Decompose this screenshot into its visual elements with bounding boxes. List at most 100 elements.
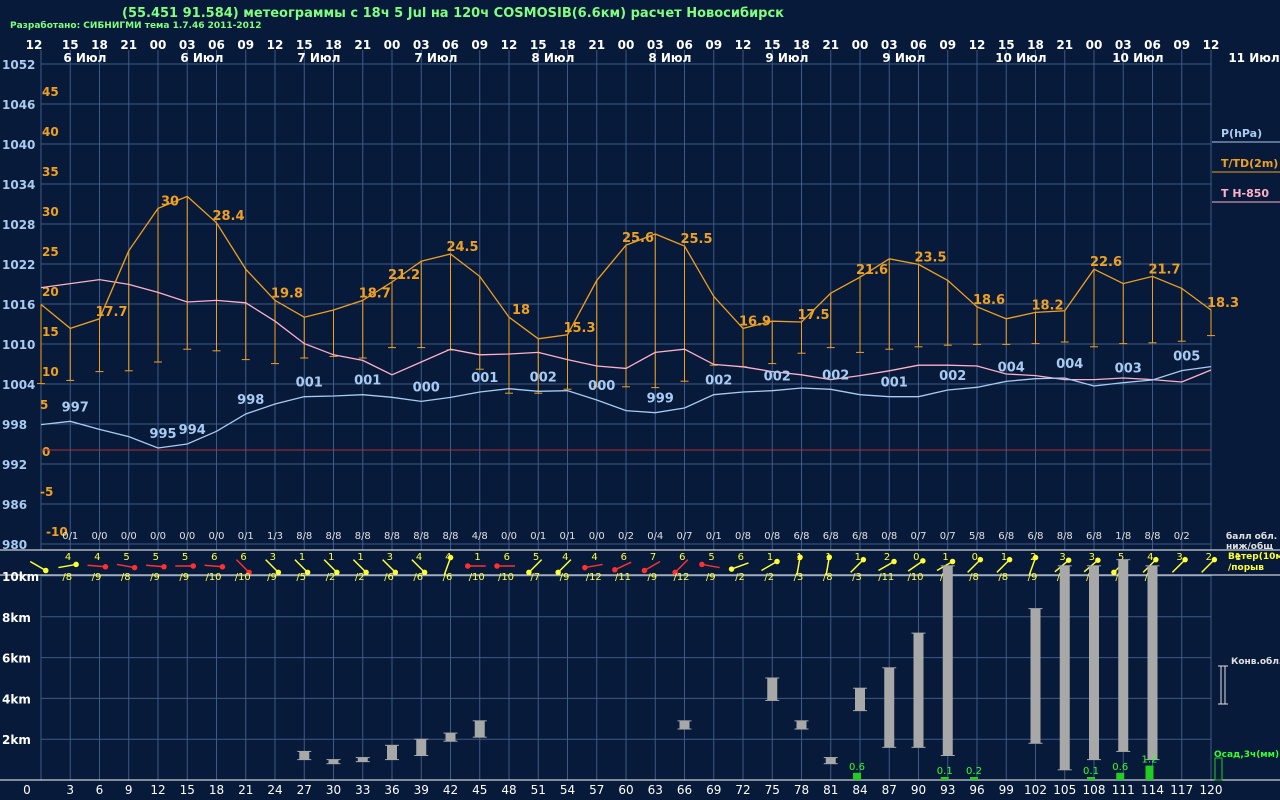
hour-label: 12 [26,38,43,52]
wind-arrow-head [363,569,369,576]
date-label: 8 Июл [648,51,691,65]
hour-label: 03 [647,38,664,52]
hour-label: 03 [413,38,430,52]
wind-gust-value: /12 [586,572,602,583]
wind-gust-value: /3 [852,572,862,583]
wind-arrow-icon [641,560,661,574]
forecast-hour-label: 45 [472,783,487,797]
hour-label: 06 [208,38,225,52]
cloud-column [940,565,955,757]
wind-arrow-icon [612,561,632,573]
temperature-value-label: 19.8 [271,286,303,301]
pressure-value-label: 002 [530,370,557,385]
temperature-value-label: 18.2 [1031,298,1063,313]
wind-speed-value: 5 [153,552,159,563]
forecast-hour-label: 60 [618,783,633,797]
pressure-tick-label: 1028 [2,218,35,232]
cloud-column-bar [855,688,865,711]
precip-value-label: 1.2 [1142,755,1158,766]
cloud-column-bar [825,757,836,764]
cloud-cover-value: 0/7 [910,531,926,542]
cloud-cover-value: 0/2 [618,531,634,542]
pressure-value-label: 998 [237,393,264,408]
wind-speed-value: 2 [884,552,890,563]
hour-label: 21 [822,38,839,52]
hour-label: 12 [735,38,752,52]
meteogram-chart: 12 15 18 21 00 03 06 09 12 15 18 21 00 03 06 09 12 15 18 21… [0,38,1280,797]
forecast-hour-label: 69 [706,783,721,797]
temperature-value-label: 18.3 [1207,296,1239,311]
cloud-column-bar [445,733,456,742]
wind-speed-value: 3 [1089,552,1095,563]
legend-wind-2: /порыв [1228,563,1264,573]
pressure-value-label: 002 [822,368,849,383]
wind-gust-value: /9 [150,572,160,583]
wind-arrow-icon [699,561,720,569]
legend-precip-icon [1214,757,1223,781]
forecast-hour-label: 57 [589,783,604,797]
forecast-hour-label: 108 [1083,783,1106,797]
cloud-column [385,744,399,761]
wind-arrow-head [1182,556,1188,563]
wind-arrow-icon [116,563,138,571]
hour-label: 21 [588,38,605,52]
temperature-value-label: 15.3 [563,321,595,336]
cloud-cover-value: 0/0 [150,531,166,542]
wind-gust-value: /9 [267,572,277,583]
pressure-value-label: 002 [939,369,966,384]
cloud-cover-value: 1/8 [1115,531,1131,542]
cloud-cover-value: 8/8 [1057,531,1073,542]
precip-value-label: 0.1 [937,766,953,777]
wind-gust-value: /6 [413,572,423,583]
cloud-height-tick-label: 4km [2,692,31,706]
cloud-column-bar [328,759,339,764]
forecast-hour-label: 105 [1053,783,1076,797]
pressure-tick-label: 1022 [2,258,35,272]
legend-temperature-label: T/TD(2m) [1221,157,1278,170]
cloud-column [853,687,867,712]
legend-cloud-cover: балл обл. [1226,531,1277,542]
cloud-cover-value: 0/0 [589,531,605,542]
forecast-hour-label: 75 [765,783,780,797]
wind-arrow-head [1211,556,1218,563]
pressure-value-label: 999 [647,392,674,407]
wind-gust-value: /9 [560,572,570,583]
cloud-column-bar [474,720,485,738]
wind-speed-value: 4 [94,552,100,563]
date-label: 9 Июл [765,51,808,65]
cloud-column-bar [1030,608,1041,744]
wind-arrow-icon [87,564,109,570]
cloud-cover-value: 0/0 [179,531,195,542]
forecast-hour-label: 36 [384,783,399,797]
cloud-column [472,720,487,738]
date-label: 11 Июл [1228,51,1279,65]
pressure-tick-label: 1040 [2,138,35,152]
wind-gust-value: /9 [706,572,716,583]
wind-arrow-head [699,561,705,568]
wind-arrow-icon [494,563,515,569]
temperature-value-label: 21.7 [1148,262,1180,277]
wind-gust-value: /11 [615,572,631,583]
temperature-value-label: 17.7 [95,305,127,320]
wind-speed-value: 5 [182,552,188,563]
wind-speed-value: 4 [65,552,71,563]
legend-precip: Осад,3ч(мм) [1214,750,1279,760]
wind-gust-value: /8 [823,572,833,583]
forecast-hour-label: 54 [560,783,575,797]
cloud-column-bar [1089,565,1099,760]
wind-gust-value: /9 [1028,572,1038,583]
pressure-value-label: 000 [413,380,440,395]
hour-label: 15 [998,38,1015,52]
pressure-value-label: 001 [471,371,498,386]
cloud-column [1057,565,1072,771]
forecast-hour-label: 90 [911,783,926,797]
pressure-tick-label: 998 [2,418,27,432]
hour-label: 12 [501,38,518,52]
wind-arrow-head [334,569,340,576]
temperature-value-label: 24.5 [446,240,478,255]
temperature-value-label: 21.2 [388,268,420,283]
forecast-hour-label: 12 [150,783,165,797]
wind-arrow-icon [175,563,196,569]
temperature-value-label: 30 [161,194,179,209]
cloud-cover-value: 0/8 [764,531,780,542]
